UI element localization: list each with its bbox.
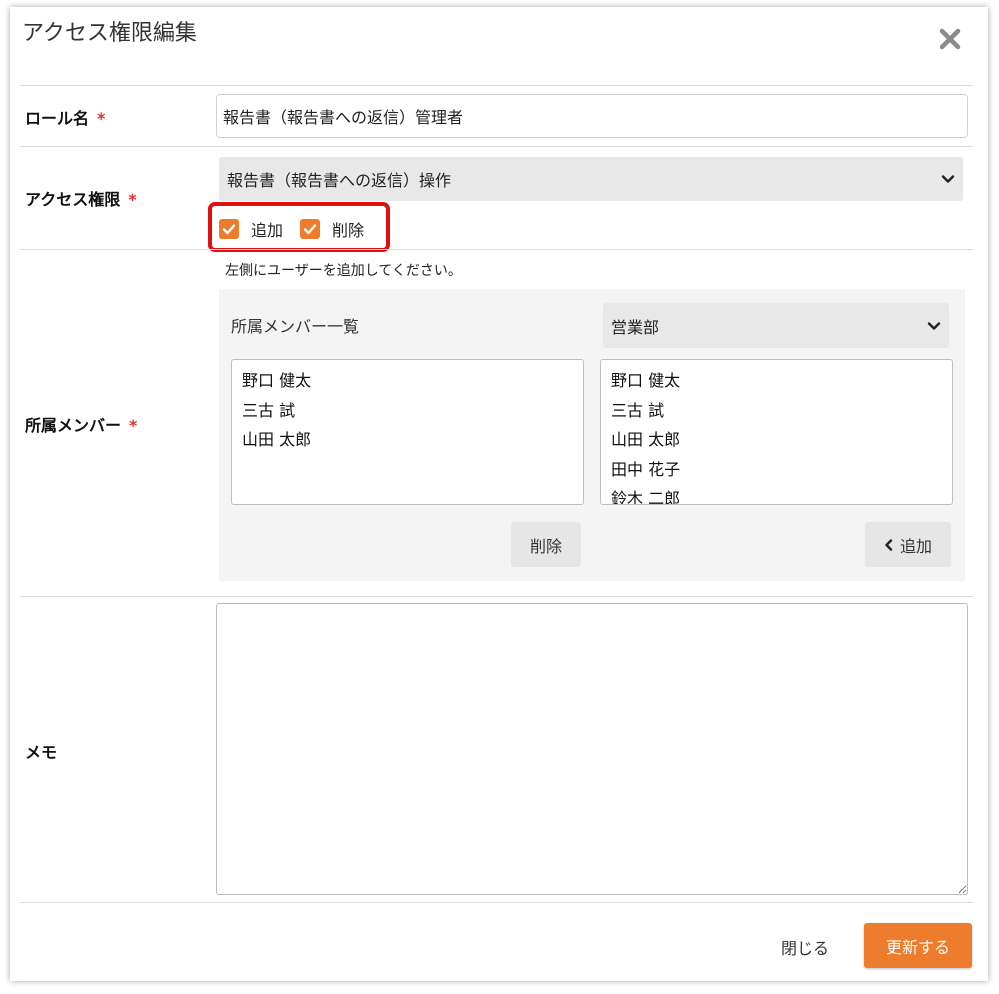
members-panel: 所属メンバー一覧 営業部 野口 健太 三古 試 山田 太郎 野口 健太 三古 試… (219, 289, 965, 581)
add-member-label: 追加 (899, 536, 932, 556)
memo-label: メモ (25, 743, 58, 762)
add-member-button[interactable]: 追加 (865, 522, 951, 567)
divider (20, 249, 973, 250)
access-permission-label: アクセス権限 * (25, 190, 137, 209)
list-item[interactable]: 野口 健太 (601, 366, 952, 396)
assigned-members-list[interactable]: 野口 健太 三古 試 山田 太郎 (231, 359, 584, 505)
role-name-input[interactable] (216, 94, 968, 138)
chevron-left-icon (885, 538, 893, 551)
checkbox-add-label: 追加 (251, 221, 284, 240)
access-permission-selected: 報告書（報告書への返信）操作 (227, 171, 452, 190)
divider (20, 596, 973, 597)
access-permission-select[interactable]: 報告書（報告書への返信）操作 (219, 157, 963, 201)
list-item[interactable]: 鈴木 二郎 (601, 484, 952, 504)
list-item[interactable]: 山田 太郎 (601, 425, 952, 455)
access-permission-edit-modal: アクセス権限編集 ロール名* アクセス権限* 報告書（報告書への返信）操作 追加… (10, 7, 988, 981)
modal-title: アクセス権限編集 (22, 21, 197, 46)
list-item[interactable]: 野口 健太 (232, 366, 583, 396)
check-icon[interactable] (219, 219, 239, 239)
list-item[interactable]: 三古 試 (232, 396, 583, 426)
members-hint: 左側にユーザーを追加してください。 (225, 263, 462, 279)
members-label: 所属メンバー * (25, 416, 138, 435)
member-list-title: 所属メンバー一覧 (231, 317, 360, 336)
remove-member-button[interactable]: 削除 (511, 522, 581, 567)
department-select[interactable]: 営業部 (603, 303, 949, 348)
check-icon[interactable] (300, 219, 320, 239)
checkbox-add[interactable]: 追加 (219, 217, 283, 241)
list-item[interactable]: 田中 花子 (601, 455, 952, 485)
close-icon[interactable] (938, 27, 962, 51)
memo-textarea[interactable] (216, 603, 968, 895)
list-item[interactable]: 山田 太郎 (232, 425, 583, 455)
list-item[interactable]: 三古 試 (601, 396, 952, 426)
close-button[interactable]: 閉じる (781, 935, 829, 959)
update-button[interactable]: 更新する (864, 923, 972, 968)
role-name-label: ロール名 * (25, 109, 106, 128)
checkbox-delete[interactable]: 削除 (300, 217, 364, 241)
divider (20, 85, 973, 86)
available-users-list[interactable]: 野口 健太 三古 試 山田 太郎 田中 花子 鈴木 二郎 (600, 359, 953, 505)
divider (20, 902, 973, 903)
department-selected: 営業部 (611, 317, 660, 337)
chevron-down-icon (927, 321, 941, 330)
chevron-down-icon (941, 175, 955, 183)
divider (20, 146, 973, 147)
checkbox-delete-label: 削除 (332, 221, 365, 240)
